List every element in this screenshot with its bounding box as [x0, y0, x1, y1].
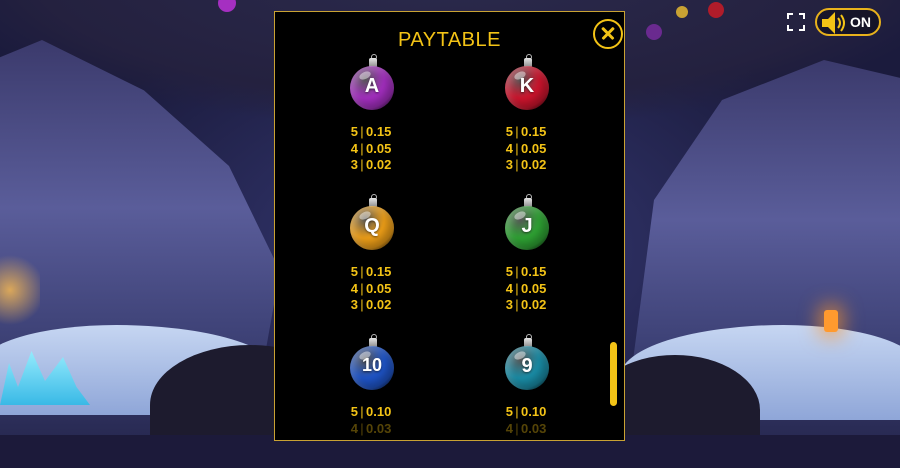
payout-row: 3 | 0.02 — [350, 157, 392, 172]
symbol-card: 10 5 | 0.10 4 | 0.03 — [313, 334, 433, 468]
payout-row: 5 | 0.15 — [350, 124, 392, 139]
paytable-title: PAYTABLE — [398, 29, 501, 51]
symbol-card: J 5 | 0.15 4 | 0.05 3 | 0.02 — [468, 194, 588, 328]
lantern-icon — [824, 310, 838, 332]
payout-list: 5 | 0.15 4 | 0.05 3 | 0.02 — [504, 264, 594, 314]
tree-ornament-icon — [646, 24, 662, 40]
payout-list: 5 | 0.15 4 | 0.05 3 | 0.02 — [349, 264, 439, 314]
payout-row: 5 | 0.10 — [350, 404, 392, 419]
payout-list: 5 | 0.10 4 | 0.03 — [349, 404, 439, 437]
payout-row: 4 | 0.05 — [505, 140, 547, 156]
symbol-card: Q 5 | 0.15 4 | 0.05 3 | 0.02 — [313, 194, 433, 328]
payout-row: 3 | 0.02 — [505, 157, 547, 172]
ornament-ball: A — [350, 66, 394, 110]
payout-row: 5 | 0.15 — [350, 264, 392, 279]
symbol-label: 9 — [521, 355, 533, 377]
tree-ornament-icon — [676, 6, 688, 18]
paytable-panel: PAYTABLE A 5 | 0.15 4 | 0.05 3 | 0.02 K 5 | 0.15 — [274, 11, 625, 441]
payout-row: 5 | 0.15 — [505, 264, 547, 279]
symbol-card: K 5 | 0.15 4 | 0.05 3 | 0.02 — [468, 54, 588, 188]
ornament-icon: Q — [350, 194, 396, 256]
ornament-ball: J — [505, 206, 549, 250]
payout-row: 4 | 0.05 — [350, 280, 392, 296]
ornament-icon: A — [350, 54, 396, 116]
symbol-card: 9 5 | 0.10 4 | 0.03 — [468, 334, 588, 468]
ornament-icon: 9 — [505, 334, 551, 396]
symbol-label: Q — [364, 215, 380, 237]
close-button[interactable] — [593, 19, 623, 49]
scrollbar-thumb[interactable] — [610, 342, 617, 406]
symbol-label: A — [364, 75, 380, 97]
payout-row: 4 | 0.05 — [505, 280, 547, 296]
ornament-icon: J — [505, 194, 551, 256]
ornament-icon: 10 — [350, 334, 396, 396]
ornament-ball: K — [505, 66, 549, 110]
symbol-label: J — [521, 215, 533, 237]
payout-row: 3 | 0.02 — [350, 297, 392, 312]
sound-toggle-label: ON — [850, 14, 871, 30]
payout-row: 3 | 0.02 — [505, 297, 547, 312]
payout-list: 5 | 0.15 4 | 0.05 3 | 0.02 — [504, 124, 594, 174]
payout-list: 5 | 0.10 4 | 0.03 — [504, 404, 594, 437]
payout-row: 4 | 0.05 — [350, 140, 392, 156]
sound-toggle[interactable]: ON — [815, 8, 881, 36]
fullscreen-icon — [787, 13, 805, 31]
ornament-ball: 10 — [350, 346, 394, 390]
symbol-label: K — [519, 75, 535, 97]
symbol-label: 10 — [361, 355, 383, 375]
tree-ornament-icon — [708, 2, 724, 18]
payout-list: 5 | 0.15 4 | 0.05 3 | 0.02 — [349, 124, 439, 174]
speaker-icon — [822, 12, 845, 34]
payout-row: 5 | 0.15 — [505, 124, 547, 139]
ornament-ball: 9 — [505, 346, 549, 390]
payout-row: 5 | 0.10 — [505, 404, 547, 419]
ornament-icon: K — [505, 54, 551, 116]
fullscreen-button[interactable] — [786, 12, 806, 32]
symbol-card: A 5 | 0.15 4 | 0.05 3 | 0.02 — [313, 54, 433, 188]
window-glow — [0, 250, 40, 330]
ornament-ball: Q — [350, 206, 394, 250]
